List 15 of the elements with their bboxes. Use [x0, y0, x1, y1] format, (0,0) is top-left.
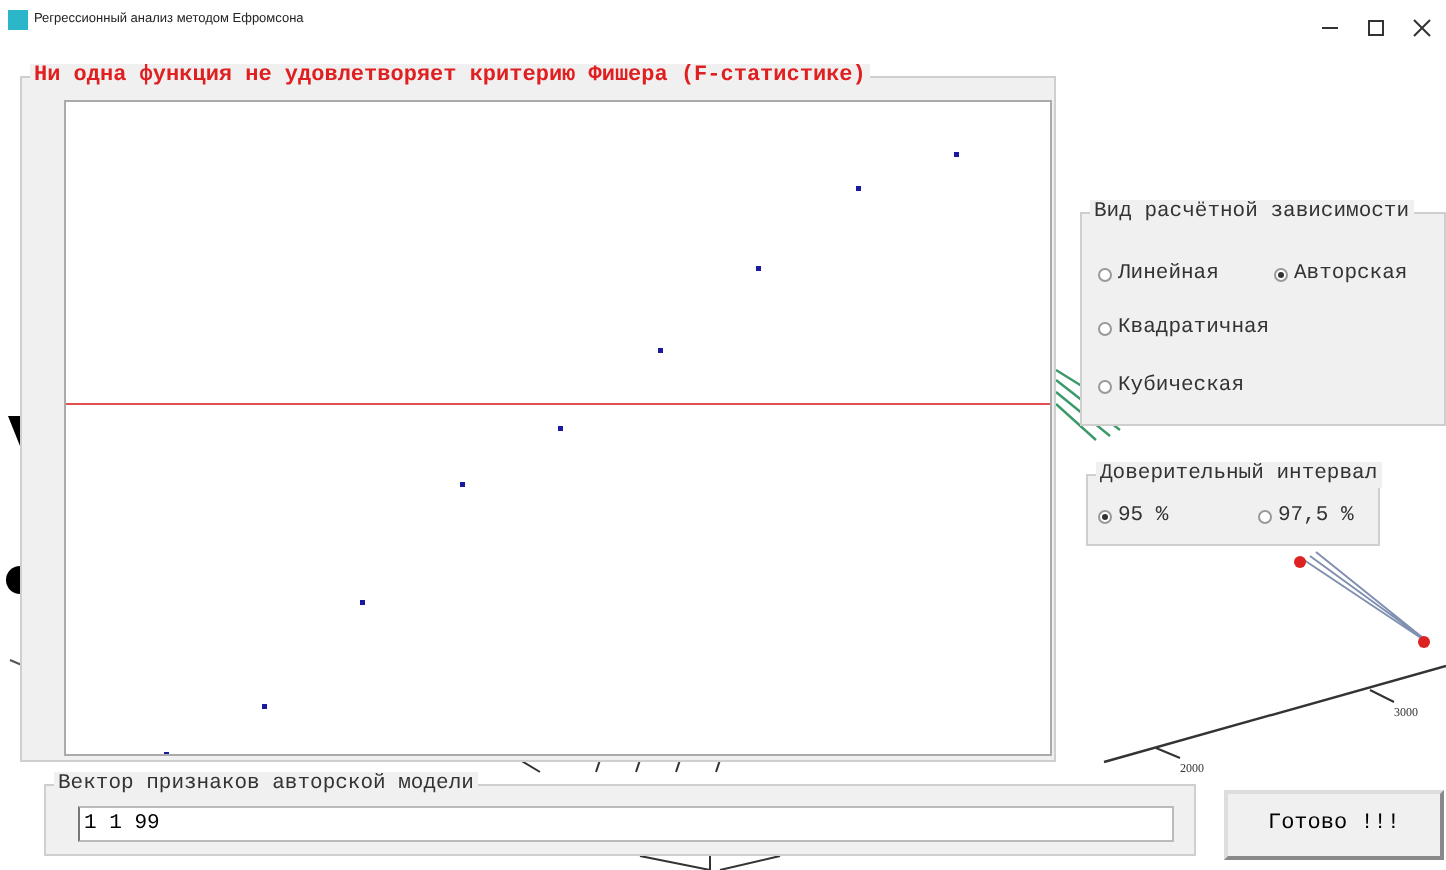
vector-input[interactable]: 1 1 99	[78, 806, 1174, 842]
app-icon	[8, 10, 28, 30]
panel-title: Вид расчётной зависимости	[1090, 200, 1414, 226]
radio-option[interactable]: Линейная	[1098, 260, 1219, 292]
panel-title: Вектор признаков авторской модели	[54, 772, 478, 798]
radio-option[interactable]: Квадратичная	[1098, 314, 1270, 346]
panel-title: Доверительный интервал	[1096, 462, 1382, 488]
radio-option[interactable]: Кубическая	[1098, 372, 1245, 404]
radio-option[interactable]: Авторская	[1274, 260, 1408, 292]
done-button[interactable]: Готово !!!	[1224, 790, 1444, 860]
radio-option[interactable]: 95 %	[1098, 502, 1169, 534]
close-icon[interactable]	[1408, 16, 1436, 40]
maximize-icon[interactable]	[1362, 16, 1390, 40]
radio-option[interactable]: 97,5 %	[1258, 502, 1354, 534]
plot-status-title: Ни одна функция не удовлетворяет критерию Фишера (F-статистике)	[30, 64, 870, 90]
